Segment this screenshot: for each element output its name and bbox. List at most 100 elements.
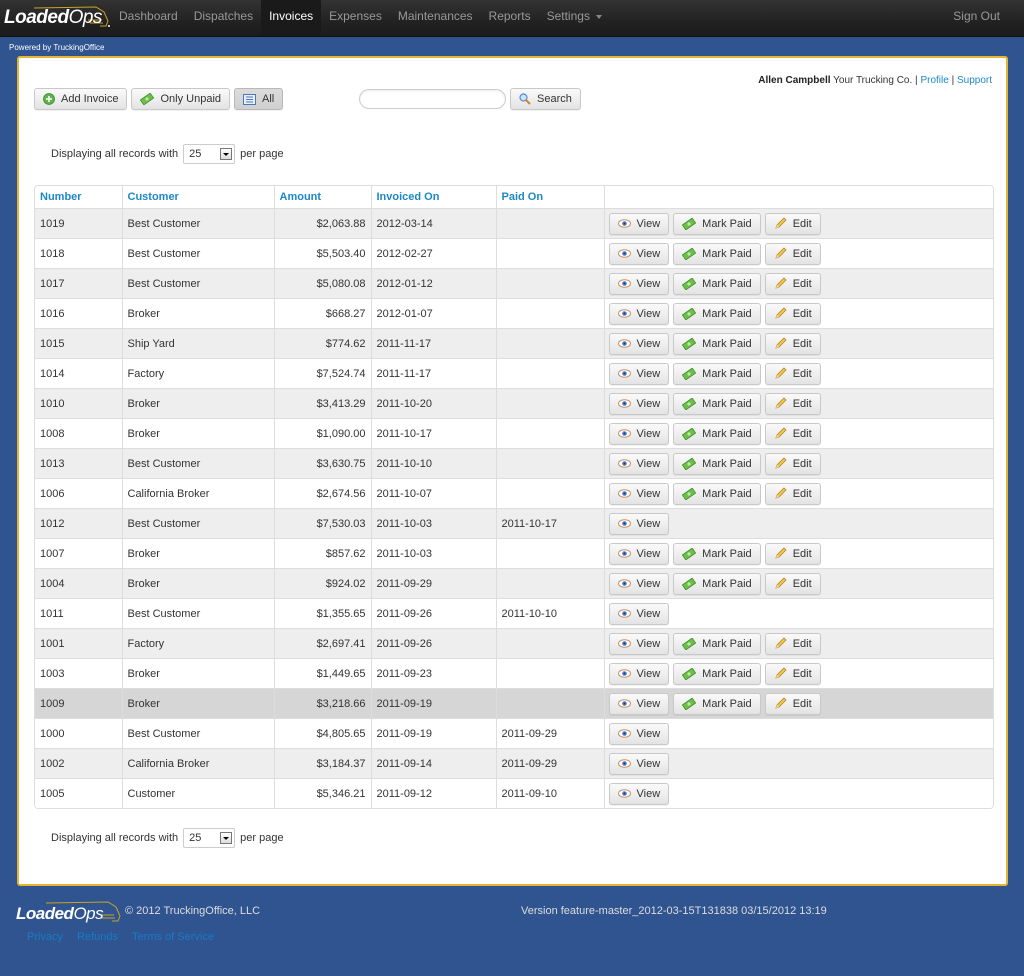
view-button[interactable]: View xyxy=(608,782,670,805)
table-row[interactable]: 1005 Customer $5,346.21 2011-09-12 2011-09-1… xyxy=(35,778,993,808)
nav-maintenances[interactable]: Maintenances xyxy=(390,0,481,36)
table-row[interactable]: 1013 Best Customer $3,630.75 2011-10-10 View… xyxy=(35,448,993,479)
mark-paid-button[interactable]: Mark Paid xyxy=(673,572,761,595)
view-button[interactable]: View xyxy=(608,632,670,655)
view-button[interactable]: View xyxy=(608,692,670,715)
add-invoice-button[interactable]: Add Invoice xyxy=(34,88,128,110)
edit-button[interactable]: Edit xyxy=(764,452,821,475)
sign-out-link[interactable]: Sign Out xyxy=(953,0,1000,32)
edit-button[interactable]: Edit xyxy=(764,482,821,505)
table-row[interactable]: 1017 Best Customer $5,080.08 2012-01-12 View… xyxy=(35,268,993,299)
mark-paid-button[interactable]: Mark Paid xyxy=(673,332,761,355)
edit-button[interactable]: Edit xyxy=(764,392,821,415)
loadedops-logo[interactable]: LoadedOps xyxy=(4,6,110,32)
col-customer[interactable]: Customer xyxy=(121,186,274,209)
mark-paid-button[interactable]: Mark Paid xyxy=(673,662,761,685)
nav-expenses[interactable]: Expenses xyxy=(321,0,390,36)
edit-button[interactable]: Edit xyxy=(764,332,821,355)
nav-reports[interactable]: Reports xyxy=(481,0,539,36)
mark-paid-button[interactable]: Mark Paid xyxy=(673,542,761,565)
mark-paid-button[interactable]: Mark Paid xyxy=(673,272,761,295)
view-button[interactable]: View xyxy=(608,302,670,325)
mark-paid-button[interactable]: Mark Paid xyxy=(673,302,761,325)
eye-icon xyxy=(617,729,631,738)
view-button[interactable]: View xyxy=(608,242,670,265)
view-button[interactable]: View xyxy=(608,272,670,295)
view-button[interactable]: View xyxy=(608,392,670,415)
table-row[interactable]: 1010 Broker $3,413.29 2011-10-20 View Mark Pa… xyxy=(35,388,993,419)
edit-button[interactable]: Edit xyxy=(764,662,821,685)
edit-button[interactable]: Edit xyxy=(764,422,821,445)
mark-paid-button[interactable]: Mark Paid xyxy=(673,362,761,385)
per-page-select[interactable]: 25 xyxy=(183,828,236,848)
col-invoiced-on[interactable]: Invoiced On xyxy=(370,186,496,209)
table-row[interactable]: 1016 Broker $668.27 2012-01-07 View Mark Paid… xyxy=(35,298,993,329)
mark-paid-button[interactable]: Mark Paid xyxy=(673,392,761,415)
view-button[interactable]: View xyxy=(608,662,670,685)
nav-settings[interactable]: Settings xyxy=(539,0,610,36)
table-row[interactable]: 1015 Ship Yard $774.62 2011-11-17 View Mark P… xyxy=(35,328,993,359)
edit-button[interactable]: Edit xyxy=(764,302,821,325)
view-button[interactable]: View xyxy=(608,602,670,625)
edit-button[interactable]: Edit xyxy=(764,362,821,385)
only-unpaid-button[interactable]: Only Unpaid xyxy=(131,88,231,110)
view-button[interactable]: View xyxy=(608,332,670,355)
table-row[interactable]: 1012 Best Customer $7,530.03 2011-10-03 2011… xyxy=(35,508,993,539)
support-link[interactable]: Support xyxy=(957,75,992,86)
nav-invoices[interactable]: Invoices xyxy=(261,0,322,36)
table-row[interactable]: 1014 Factory $7,524.74 2011-11-17 View Mark P… xyxy=(35,358,993,389)
nav-dispatches[interactable]: Dispatches xyxy=(186,0,261,36)
mark-paid-button[interactable]: Mark Paid xyxy=(673,632,761,655)
mark-paid-button[interactable]: Mark Paid xyxy=(673,692,761,715)
table-row[interactable]: 1019 Best Customer $2,063.88 2012-03-14 View… xyxy=(35,208,993,239)
mark-paid-button[interactable]: Mark Paid xyxy=(673,452,761,475)
table-row[interactable]: 1004 Broker $924.02 2011-09-29 View Mark Paid… xyxy=(35,568,993,599)
nav-dashboard[interactable]: Dashboard xyxy=(111,0,186,36)
view-button[interactable]: View xyxy=(608,452,670,475)
view-button[interactable]: View xyxy=(608,512,670,535)
edit-button[interactable]: Edit xyxy=(764,242,821,265)
view-button[interactable]: View xyxy=(608,212,670,235)
view-button[interactable]: View xyxy=(608,542,670,565)
view-button[interactable]: View xyxy=(608,752,670,775)
table-row[interactable]: 1008 Broker $1,090.00 2011-10-17 View Mark Pa… xyxy=(35,418,993,449)
terms-link[interactable]: Terms of Service xyxy=(132,931,214,943)
edit-button[interactable]: Edit xyxy=(764,542,821,565)
table-row[interactable]: 1000 Best Customer $4,805.65 2011-09-19 2011… xyxy=(35,718,993,749)
table-row[interactable]: 1001 Factory $2,697.41 2011-09-26 View Mark P… xyxy=(35,628,993,659)
mark-paid-label: Mark Paid xyxy=(702,577,752,590)
table-row[interactable]: 1002 California Broker $3,184.37 2011-09-14… xyxy=(35,748,993,779)
mark-paid-button[interactable]: Mark Paid xyxy=(673,482,761,505)
table-row[interactable]: 1011 Best Customer $1,355.65 2011-09-26 2011… xyxy=(35,598,993,629)
col-paid-on[interactable]: Paid On xyxy=(495,186,604,209)
per-page-select[interactable]: 25 xyxy=(183,144,236,164)
view-button[interactable]: View xyxy=(608,722,670,745)
mark-paid-label: Mark Paid xyxy=(702,457,752,470)
search-button[interactable]: Search xyxy=(510,88,581,110)
mark-paid-button[interactable]: Mark Paid xyxy=(673,212,761,235)
table-row[interactable]: 1009 Broker $3,218.66 2011-09-19 View Mark Pa… xyxy=(35,688,993,719)
col-number[interactable]: Number xyxy=(35,186,122,209)
view-button[interactable]: View xyxy=(608,362,670,385)
table-row[interactable]: 1006 California Broker $2,674.56 2011-10-07… xyxy=(35,478,993,509)
view-button[interactable]: View xyxy=(608,422,670,445)
privacy-link[interactable]: Privacy xyxy=(27,931,63,943)
refunds-link[interactable]: Refunds xyxy=(77,931,118,943)
edit-button[interactable]: Edit xyxy=(764,272,821,295)
view-button[interactable]: View xyxy=(608,572,670,595)
search-input[interactable] xyxy=(359,89,506,109)
edit-button[interactable]: Edit xyxy=(764,692,821,715)
table-row[interactable]: 1003 Broker $1,449.65 2011-09-23 View Mark Pa… xyxy=(35,658,993,689)
mark-paid-button[interactable]: Mark Paid xyxy=(673,422,761,445)
cell-customer: Broker xyxy=(121,688,274,719)
profile-link[interactable]: Profile xyxy=(920,75,948,86)
edit-button[interactable]: Edit xyxy=(764,212,821,235)
col-amount[interactable]: Amount xyxy=(273,186,371,209)
all-button[interactable]: All xyxy=(234,88,284,110)
table-row[interactable]: 1007 Broker $857.62 2011-10-03 View Mark Paid… xyxy=(35,538,993,569)
edit-button[interactable]: Edit xyxy=(764,632,821,655)
mark-paid-button[interactable]: Mark Paid xyxy=(673,242,761,265)
edit-button[interactable]: Edit xyxy=(764,572,821,595)
view-button[interactable]: View xyxy=(608,482,670,505)
table-row[interactable]: 1018 Best Customer $5,503.40 2012-02-27 View… xyxy=(35,238,993,269)
